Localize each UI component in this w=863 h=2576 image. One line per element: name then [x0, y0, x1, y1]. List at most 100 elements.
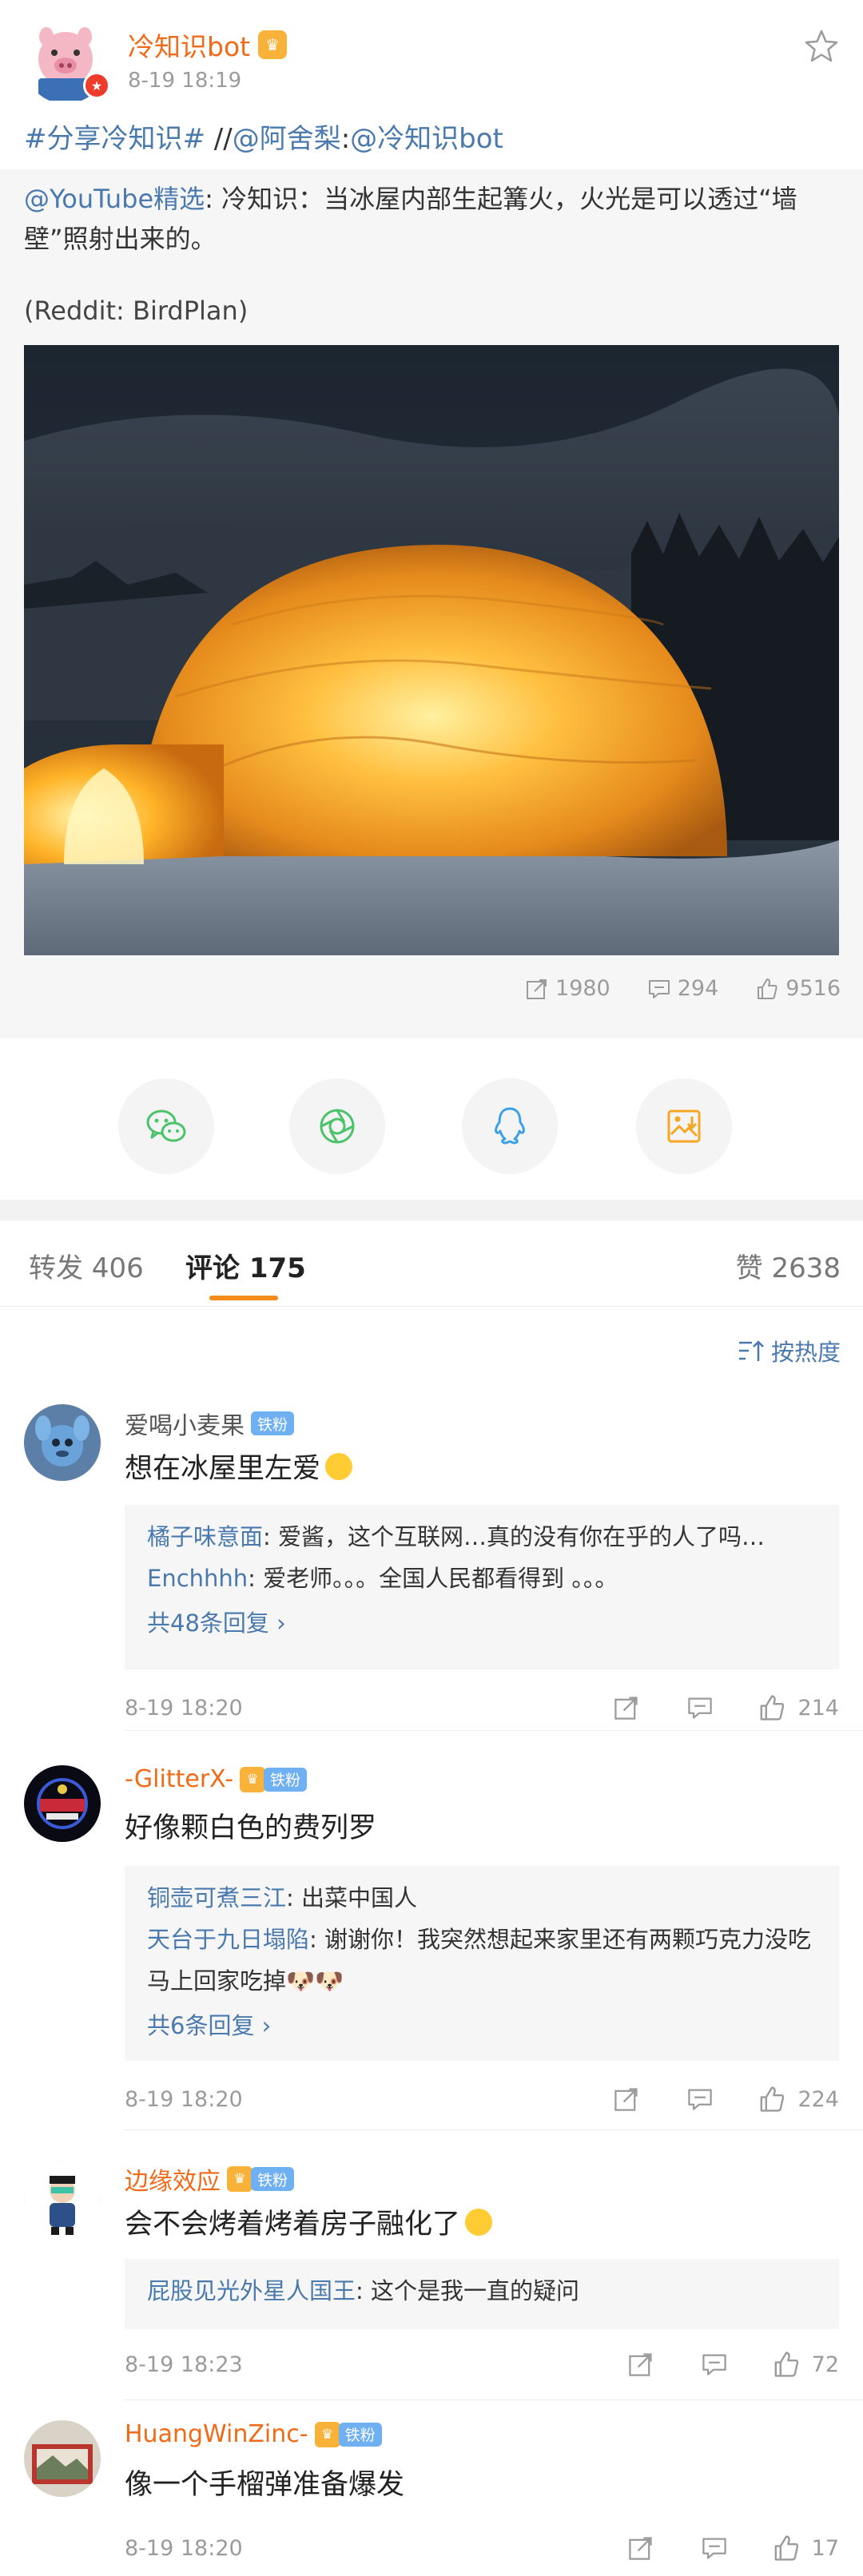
commenter-name[interactable]: HuangWinZinc- ♛ 铁粉: [125, 2420, 382, 2448]
commenter-avatar[interactable]: [24, 2420, 101, 2497]
comment-text-body: 好像颗白色的费列罗: [125, 1812, 377, 1844]
comment-like-count: 224: [797, 2086, 839, 2112]
comment-time: 8-19 18:20: [125, 2535, 243, 2561]
reply-comment-button[interactable]: [698, 2532, 730, 2564]
reply-comment-button[interactable]: [684, 1692, 716, 1724]
comment-like-count: 72: [811, 2352, 839, 2377]
reply-user[interactable]: 天台于九日塌陷: [147, 1926, 309, 1953]
share-wechat-button[interactable]: [118, 1078, 214, 1174]
commenter-name-text[interactable]: -GlitterX-: [125, 1765, 233, 1793]
like-comment-button[interactable]: 214: [758, 1693, 839, 1722]
reply-text: : 爱酱，这个互联网…真的没有你在乎的人了吗…: [263, 1523, 766, 1550]
moments-icon: [320, 1109, 355, 1144]
reply-user[interactable]: 铜壶可煮三江: [147, 1884, 286, 1911]
reply-comment-button[interactable]: [698, 2348, 730, 2380]
like-comment-button[interactable]: 17: [772, 2534, 839, 2562]
save-image-button[interactable]: [636, 1078, 732, 1174]
reply-user[interactable]: 橘子味意面: [147, 1523, 263, 1550]
view-more-replies-link[interactable]: 共48条回复 ›: [147, 1602, 817, 1644]
hashtag-link[interactable]: #分享冷知识#: [24, 123, 205, 155]
sort-by-hot-button[interactable]: 按热度: [738, 1334, 841, 1367]
repost-comment-button[interactable]: [625, 2348, 657, 2380]
comment-icon: [702, 2354, 726, 2376]
comment-item: 边缘效应 ♛ 铁粉 会不会烤着烤着房子融化了 屁股见光外星人国王: 这个是我一直…: [0, 2145, 863, 2400]
commenter-name-text[interactable]: 边缘效应: [125, 2161, 221, 2197]
commenter-name[interactable]: 爱喝小麦果 铁粉: [125, 1406, 295, 1441]
verified-badge-icon: ★: [83, 72, 110, 99]
comment-icon: [688, 1697, 713, 1719]
repost-count-value: 1980: [555, 976, 610, 1001]
reply-preview[interactable]: 橘子味意面: 爱酱，这个互联网…真的没有你在乎的人了吗… Enchhhh: 爱老…: [125, 1505, 839, 1669]
reply-user[interactable]: Enchhhh: [147, 1565, 248, 1592]
commenter-name-text[interactable]: HuangWinZinc-: [125, 2420, 308, 2448]
commenter-avatar[interactable]: [24, 2161, 101, 2238]
interaction-tabs: 转发 406 评论 175 赞 2638: [0, 1221, 863, 1307]
tab-likes[interactable]: 赞 2638: [736, 1246, 841, 1285]
repost-comment-button[interactable]: [625, 2532, 657, 2564]
comment-time: 8-19 18:20: [125, 1695, 243, 1721]
tab-comments[interactable]: 评论 175: [185, 1246, 306, 1285]
reply-text: : 这个是我一直的疑问: [356, 2277, 580, 2304]
thumbs-up-icon: [761, 2086, 785, 2112]
comment-item: 爱喝小麦果 铁粉 想在冰屋里左爱 橘子味意面: 爱酱，这个互联网…真的没有你在乎…: [0, 1396, 863, 1732]
author-name[interactable]: 冷知识bot ♛: [128, 26, 288, 64]
reply-user[interactable]: 屁股见光外星人国王: [147, 2277, 356, 2304]
reply-preview[interactable]: 屁股见光外星人国王: 这个是我一直的疑问: [125, 2259, 839, 2329]
comment-item: HuangWinZinc- ♛ 铁粉 像一个手榴弹准备爆发 8-19 18:20…: [0, 2412, 863, 2576]
comment-text: 像一个手榴弹准备爆发: [125, 2462, 404, 2503]
reply-item: 屁股见光外星人国王: 这个是我一直的疑问: [147, 2270, 817, 2312]
more-replies-label: 共48条回复: [147, 1610, 269, 1637]
repost-count[interactable]: 1980: [525, 976, 610, 1001]
reply-item: 铜壶可煮三江: 出菜中国人: [147, 1877, 817, 1919]
comment-text-body: 想在冰屋里左爱: [125, 1453, 321, 1485]
repost-comment-button[interactable]: [610, 1692, 642, 1724]
comment-text-body: 像一个手榴弹准备爆发: [125, 2469, 405, 2501]
igloo-photo[interactable]: [24, 345, 839, 955]
like-comment-button[interactable]: 72: [772, 2350, 839, 2379]
repost-comment-button[interactable]: [610, 2083, 642, 2115]
reposted-content[interactable]: @YouTube精选: 冷知识：当冰屋内部生起篝火，火光是可以透过“墙壁”照射出…: [0, 169, 863, 1040]
fan-badge: 铁粉: [251, 2167, 295, 2191]
fan-badge: 铁粉: [264, 1767, 308, 1792]
author-name-text[interactable]: 冷知识bot: [128, 26, 250, 64]
reply-text: : 爱老师。。。全国人民都看得到 。。。: [248, 1565, 618, 1592]
reply-preview[interactable]: 铜壶可煮三江: 出菜中国人 天台于九日塌陷: 谢谢你！我突然想起来家里还有两颗巧…: [125, 1866, 839, 2061]
commenter-avatar[interactable]: [24, 1404, 101, 1481]
tab-reposts[interactable]: 转发 406: [29, 1246, 144, 1285]
like-count[interactable]: 9516: [755, 976, 841, 1001]
qq-icon: [495, 1107, 525, 1145]
save-image-icon: [667, 1109, 701, 1143]
thumbs-up-icon: [774, 2535, 798, 2561]
thumbs-up-icon: [758, 978, 777, 999]
repost-separator: //: [205, 123, 233, 155]
post-time: 8-19 18:19: [128, 69, 242, 93]
comment-divider: [125, 2129, 863, 2130]
mention-link[interactable]: @阿舍梨: [233, 123, 341, 155]
comment-count[interactable]: 294: [647, 976, 718, 1001]
share-moments-button[interactable]: [289, 1078, 385, 1174]
repost-origin-link[interactable]: @冷知识bot: [350, 123, 503, 155]
comment-time: 8-19 18:23: [125, 2352, 243, 2377]
commenter-avatar[interactable]: [24, 1765, 101, 1842]
reply-comment-button[interactable]: [684, 2083, 716, 2115]
vip-crown-icon: ♛: [258, 30, 288, 59]
comment-divider: [125, 2399, 863, 2400]
repost-icon: [614, 1697, 638, 1720]
like-comment-button[interactable]: 224: [758, 2085, 839, 2114]
commenter-name[interactable]: 边缘效应 ♛ 铁粉: [125, 2161, 295, 2197]
comment-text: 会不会烤着烤着房子融化了: [125, 2201, 493, 2242]
share-qq-button[interactable]: [462, 1078, 558, 1174]
thumbs-up-icon: [774, 2352, 798, 2377]
favorite-star-icon[interactable]: [802, 27, 841, 65]
commenter-name[interactable]: -GlitterX- ♛ 铁粉: [125, 1765, 308, 1793]
vip-crown-icon: ♛: [240, 1766, 266, 1792]
repost-author-link[interactable]: @YouTube精选: [24, 184, 205, 214]
repost-icon: [628, 2353, 652, 2376]
repost-icon: [527, 978, 547, 999]
comment-meta: 8-19 18:20 224: [125, 2083, 839, 2115]
comment-text: 好像颗白色的费列罗: [125, 1805, 376, 1846]
vip-crown-icon: ♛: [314, 2421, 340, 2447]
commenter-name-text[interactable]: 爱喝小麦果: [125, 1406, 245, 1441]
view-more-replies-link[interactable]: 共6条回复 ›: [147, 2005, 817, 2046]
repost-source: (Reddit: BirdPlan): [24, 296, 249, 326]
